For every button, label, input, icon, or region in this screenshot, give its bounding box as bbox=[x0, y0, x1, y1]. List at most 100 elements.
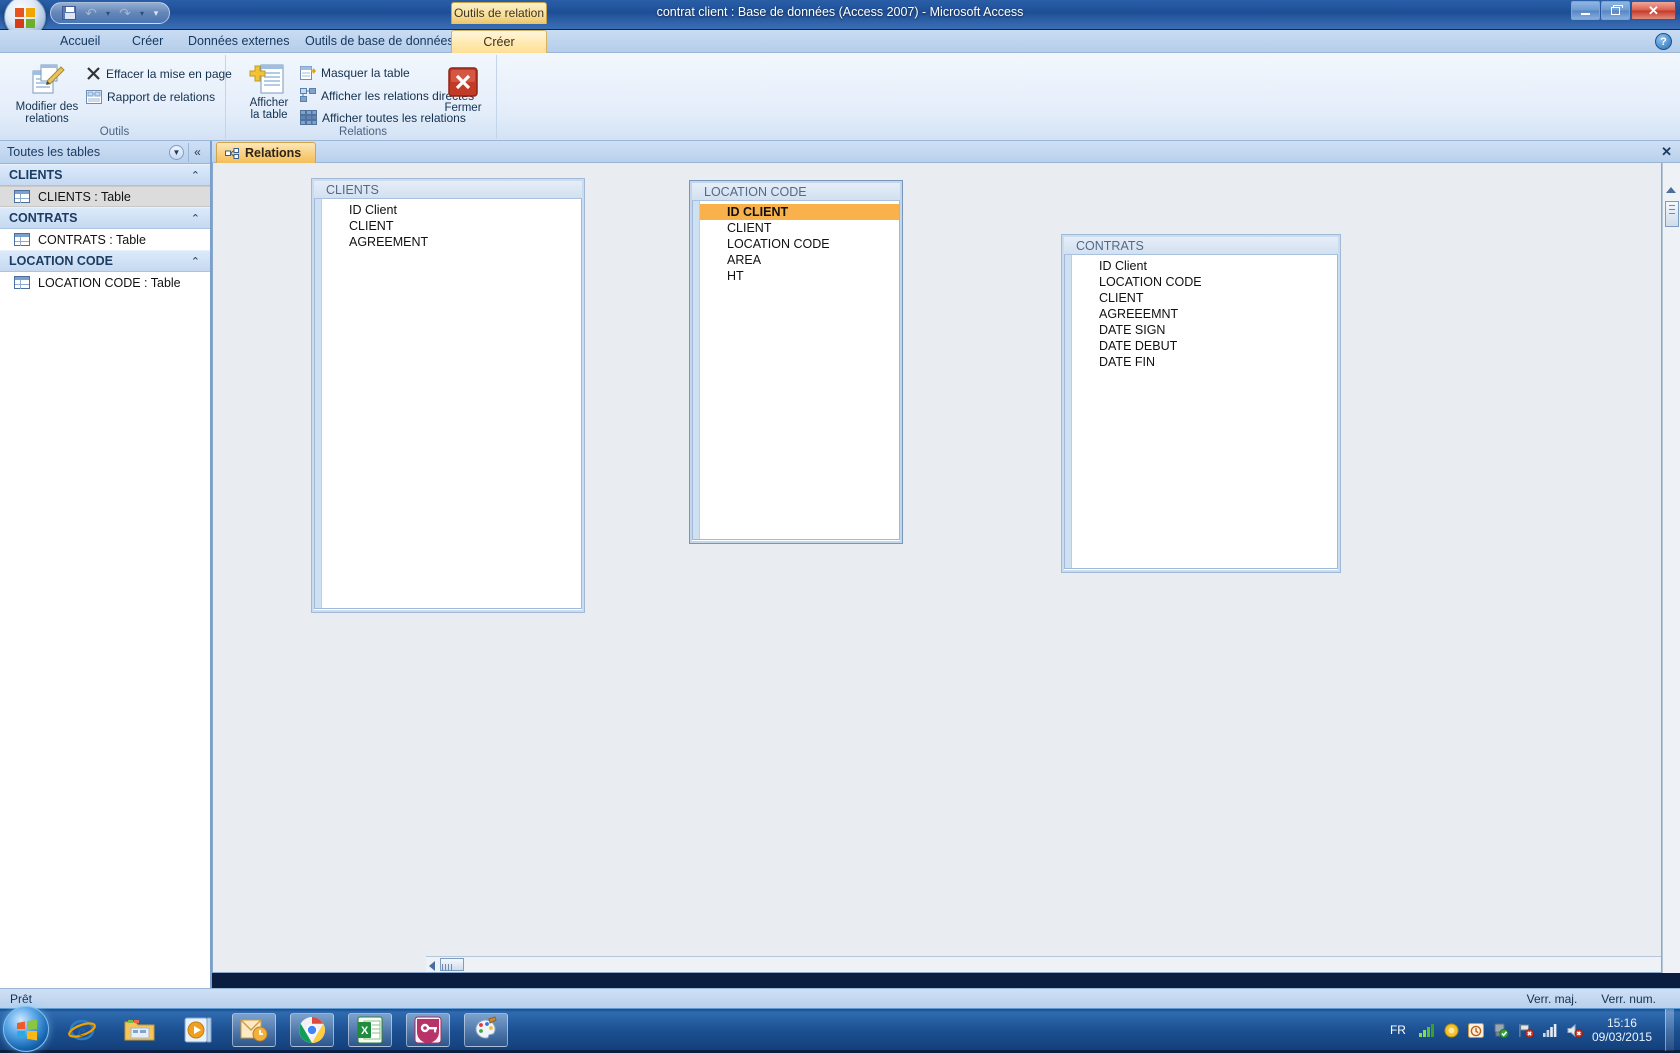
redo-dropdown[interactable]: ▾ bbox=[137, 4, 147, 22]
table-box-location-code-frame[interactable]: LOCATION CODE ID CLIENT CLIENT LOCATION … bbox=[689, 180, 903, 544]
volume-muted-icon[interactable] bbox=[1567, 1023, 1583, 1038]
close-button[interactable]: ✕ bbox=[1631, 1, 1676, 20]
nav-group-location-code[interactable]: LOCATION CODE ⌃ bbox=[0, 250, 210, 272]
table-box-clients-title[interactable]: CLIENTS bbox=[314, 181, 582, 199]
signal-bars-icon[interactable] bbox=[1419, 1023, 1435, 1037]
field-row[interactable]: LOCATION CODE bbox=[1097, 274, 1337, 290]
scroll-left-icon[interactable] bbox=[429, 961, 435, 971]
horizontal-scrollbar[interactable] bbox=[426, 956, 1662, 972]
language-indicator[interactable]: FR bbox=[1390, 1023, 1406, 1037]
windows-start-icon[interactable] bbox=[3, 1006, 49, 1052]
scroll-up-icon[interactable] bbox=[1666, 187, 1676, 193]
network-error-icon[interactable] bbox=[1518, 1023, 1534, 1038]
redo-button[interactable]: ↷ bbox=[115, 4, 135, 22]
minimize-button[interactable] bbox=[1571, 1, 1600, 20]
hide-table-icon bbox=[300, 66, 316, 80]
tab-donnees-externes[interactable]: Données externes bbox=[175, 30, 302, 53]
restore-button[interactable] bbox=[1601, 1, 1630, 20]
show-desktop-button[interactable] bbox=[1665, 1009, 1674, 1051]
field-row[interactable]: DATE SIGN bbox=[1097, 322, 1337, 338]
drive-ok-icon[interactable] bbox=[1493, 1023, 1509, 1038]
field-row[interactable]: ID Client bbox=[1097, 258, 1337, 274]
relations-canvas[interactable]: CLIENTS ID Client CLIENT AGREEMENT LOCAT… bbox=[212, 163, 1662, 973]
chevron-up-icon[interactable]: ⌃ bbox=[191, 169, 200, 182]
table-box-contrats-body[interactable]: ID Client LOCATION CODE CLIENT AGREEEMNT… bbox=[1064, 255, 1338, 569]
table-box-clients-body[interactable]: ID Client CLIENT AGREEMENT bbox=[314, 199, 582, 609]
masquer-la-table-button[interactable]: Masquer la table bbox=[300, 66, 410, 80]
chevron-up-icon[interactable]: ⌃ bbox=[191, 212, 200, 225]
field-row[interactable]: DATE FIN bbox=[1097, 354, 1337, 370]
fermer-button[interactable]: Fermer bbox=[426, 67, 500, 114]
masquer-la-table-label: Masquer la table bbox=[321, 66, 410, 80]
nav-group-location-code-label: LOCATION CODE bbox=[9, 254, 113, 268]
tab-creer-contextual[interactable]: Créer bbox=[451, 30, 547, 53]
document-tab-relations-label: Relations bbox=[245, 146, 301, 160]
window-title: contrat client : Base de données (Access… bbox=[0, 5, 1680, 19]
horizontal-scroll-thumb[interactable] bbox=[440, 958, 464, 971]
tab-outils-base[interactable]: Outils de base de données bbox=[292, 30, 467, 53]
chrome-icon[interactable] bbox=[290, 1013, 334, 1047]
undo-dropdown[interactable]: ▾ bbox=[103, 4, 113, 22]
afficher-la-table-button[interactable]: Afficher la table bbox=[232, 61, 306, 121]
save-button[interactable] bbox=[59, 4, 79, 22]
help-button[interactable]: ? bbox=[1655, 33, 1672, 50]
field-row[interactable]: CLIENT bbox=[347, 218, 581, 234]
table-box-contrats-frame[interactable]: CONTRATS ID Client LOCATION CODE CLIENT … bbox=[1061, 234, 1341, 573]
svg-text:X: X bbox=[361, 1025, 369, 1037]
double-chevron-left-icon[interactable]: « bbox=[188, 143, 206, 162]
excel-icon[interactable]: X bbox=[348, 1013, 392, 1047]
field-row[interactable]: AGREEMENT bbox=[347, 234, 581, 250]
paint-icon[interactable] bbox=[464, 1013, 508, 1047]
customize-qat-button[interactable]: ▾ bbox=[149, 4, 163, 22]
file-explorer-icon[interactable] bbox=[118, 1013, 162, 1047]
field-row[interactable]: AGREEEMNT bbox=[1097, 306, 1337, 322]
nav-group-clients[interactable]: CLIENTS ⌃ bbox=[0, 164, 210, 186]
tab-accueil[interactable]: Accueil bbox=[47, 30, 113, 53]
outlook-icon[interactable] bbox=[232, 1013, 276, 1047]
afficher-table-label-2: la table bbox=[250, 109, 287, 121]
field-row[interactable]: CLIENT bbox=[1097, 290, 1337, 306]
action-center-icon[interactable] bbox=[1468, 1023, 1484, 1038]
table-box-location-code-body[interactable]: ID CLIENT CLIENT LOCATION CODE AREA HT bbox=[692, 201, 900, 540]
shield-yellow-icon[interactable] bbox=[1444, 1023, 1459, 1038]
window-controls[interactable]: ✕ bbox=[1571, 1, 1676, 20]
table-box-location-code-fields: ID CLIENT CLIENT LOCATION CODE AREA HT bbox=[693, 201, 899, 284]
undo-button[interactable]: ↶ bbox=[81, 4, 101, 22]
field-row[interactable]: ID Client bbox=[347, 202, 581, 218]
contextual-tab-label: Outils de relation bbox=[451, 2, 547, 24]
document-tab-relations[interactable]: Relations bbox=[216, 142, 316, 163]
fermer-label: Fermer bbox=[444, 102, 481, 114]
chevron-up-icon[interactable]: ⌃ bbox=[191, 255, 200, 268]
field-row[interactable]: HT bbox=[725, 268, 899, 284]
table-box-contrats-title[interactable]: CONTRATS bbox=[1064, 237, 1338, 255]
field-row[interactable]: CLIENT bbox=[725, 220, 899, 236]
taskbar: e bbox=[0, 1008, 1680, 1050]
nav-group-contrats[interactable]: CONTRATS ⌃ bbox=[0, 207, 210, 229]
undo-icon: ↶ bbox=[85, 6, 97, 20]
wifi-bars-icon[interactable] bbox=[1543, 1023, 1558, 1037]
field-row[interactable]: AREA bbox=[725, 252, 899, 268]
table-box-clients-frame[interactable]: CLIENTS ID Client CLIENT AGREEMENT bbox=[311, 178, 585, 613]
quick-access-toolbar[interactable]: ↶ ▾ ↷ ▾ ▾ bbox=[50, 2, 170, 24]
modifier-des-relations-button[interactable]: Modifier des relations bbox=[10, 61, 84, 125]
table-box-location-code-title[interactable]: LOCATION CODE bbox=[692, 183, 900, 201]
nav-item-location-code-table[interactable]: LOCATION CODE : Table bbox=[0, 272, 210, 293]
field-row[interactable]: LOCATION CODE bbox=[725, 236, 899, 252]
nav-group-clients-label: CLIENTS bbox=[9, 168, 62, 182]
field-row[interactable]: DATE DEBUT bbox=[1097, 338, 1337, 354]
tab-creer[interactable]: Créer bbox=[119, 30, 176, 53]
nav-item-clients-table[interactable]: CLIENTS : Table bbox=[0, 186, 210, 207]
chevron-down-icon[interactable]: ▼ bbox=[169, 145, 184, 160]
clock[interactable]: 15:16 09/03/2015 bbox=[1592, 1016, 1652, 1044]
navigation-pane-header[interactable]: Toutes les tables ▼ « bbox=[0, 141, 210, 164]
field-row-selected[interactable]: ID CLIENT bbox=[693, 204, 899, 220]
vertical-scrollbar[interactable] bbox=[1662, 163, 1680, 973]
effacer-mise-en-page-button[interactable]: Effacer la mise en page bbox=[86, 66, 232, 81]
rapport-de-relations-button[interactable]: Rapport de relations bbox=[86, 90, 215, 104]
nav-item-contrats-table[interactable]: CONTRATS : Table bbox=[0, 229, 210, 250]
access-icon[interactable] bbox=[406, 1013, 450, 1047]
media-player-icon[interactable] bbox=[176, 1013, 220, 1047]
vertical-scroll-thumb[interactable] bbox=[1665, 201, 1679, 227]
internet-explorer-icon[interactable]: e bbox=[60, 1013, 104, 1047]
document-close-icon[interactable]: ✕ bbox=[1661, 144, 1672, 160]
